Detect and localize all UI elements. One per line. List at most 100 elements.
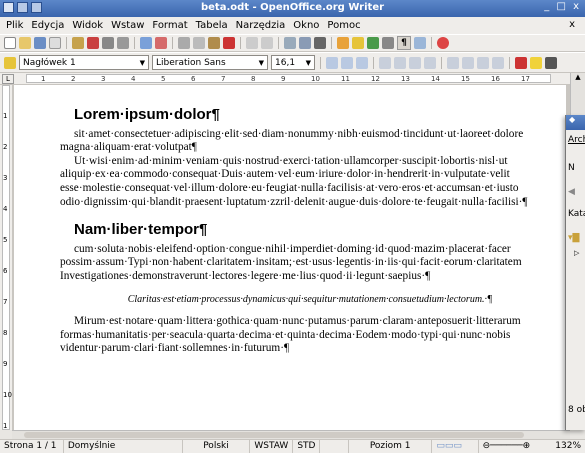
font-color-icon[interactable] <box>515 56 527 69</box>
menu-tabela[interactable]: Tabela <box>192 20 232 31</box>
separator <box>134 37 135 49</box>
align-center-icon[interactable] <box>394 56 406 69</box>
autospell-icon[interactable] <box>155 37 167 49</box>
document-content[interactable]: Lorem·ipsum·dolor¶ sit·amet·consectetuer… <box>60 85 560 356</box>
ruler-number: 15 <box>461 75 470 83</box>
navigator-title-bar[interactable]: ◆ <box>566 115 585 130</box>
formatting-toolbar: Nagłówek 1 ▼ Liberation Sans ▼ 16,1 ▼ <box>0 52 585 73</box>
hyperlink-icon[interactable] <box>284 37 296 49</box>
folder-icon[interactable]: ▾▇ <box>568 233 579 243</box>
zoom-slider[interactable]: ⊖──────⊕ <box>479 440 552 453</box>
print-preview-icon[interactable] <box>117 37 129 49</box>
zoom-icon[interactable] <box>414 37 426 49</box>
menu-wstaw[interactable]: Wstaw <box>107 20 148 31</box>
font-name-select[interactable]: Liberation Sans ▼ <box>152 55 268 70</box>
background-color-icon[interactable] <box>545 56 557 69</box>
selection-mode[interactable]: STD <box>293 440 321 453</box>
horizontal-ruler[interactable]: L 1 2 3 4 5 6 7 8 9 10 11 12 13 14 15 16 17 <box>0 73 570 85</box>
ruler-number: 17 <box>521 75 530 83</box>
ruler-number: 4 <box>131 75 136 83</box>
navigator-window[interactable]: ◆ Arch N ◀ Kata ▾▇ ▷ 8 obi <box>565 115 585 430</box>
menu-format[interactable]: Format <box>148 20 191 31</box>
paragraph-style-select[interactable]: Nagłówek 1 ▼ <box>19 55 149 70</box>
increase-indent-icon[interactable] <box>492 56 504 69</box>
spellcheck-icon[interactable] <box>140 37 152 49</box>
standard-toolbar: ¶ <box>0 34 585 52</box>
back-arrow-icon[interactable]: ◀ <box>568 187 575 197</box>
redo-icon[interactable] <box>261 37 273 49</box>
decrease-indent-icon[interactable] <box>477 56 489 69</box>
edit-file-icon[interactable] <box>72 37 84 49</box>
separator <box>431 37 432 49</box>
formatting-marks-icon[interactable]: ¶ <box>397 36 411 50</box>
tab-stop-icon[interactable]: L <box>2 74 14 84</box>
vertical-ruler-number: 1 <box>3 422 8 430</box>
clone-format-icon[interactable] <box>223 37 235 49</box>
vertical-ruler-number: 5 <box>3 236 8 244</box>
language[interactable]: Polski <box>183 440 251 453</box>
navigator-menu-item[interactable]: Arch <box>568 135 585 145</box>
page-indicator[interactable]: Strona 1 / 1 <box>0 440 64 453</box>
navigator-icon[interactable] <box>352 37 364 49</box>
page-style[interactable]: Domyślnie <box>64 440 183 453</box>
styles-formatting-icon[interactable] <box>4 56 16 69</box>
window-controls[interactable]: _ □ x <box>544 1 581 12</box>
help-icon[interactable] <box>437 37 449 49</box>
vertical-ruler-number: 7 <box>3 298 8 306</box>
bold-icon[interactable] <box>326 56 338 69</box>
print-icon[interactable] <box>102 37 114 49</box>
paragraph: Mirum·est·notare·quam·littera·gothica·qu… <box>60 315 521 355</box>
scrollbar-thumb[interactable] <box>24 432 524 438</box>
save-icon[interactable] <box>34 37 46 49</box>
separator <box>278 37 279 49</box>
ruler-number: 13 <box>401 75 410 83</box>
menu-plik[interactable]: Plik <box>2 20 27 31</box>
cut-icon[interactable] <box>178 37 190 49</box>
heading-2: Nam·liber·tempor¶ <box>74 221 208 239</box>
bullets-icon[interactable] <box>462 56 474 69</box>
close-document-button[interactable]: x <box>565 19 579 30</box>
document-page[interactable]: Lorem·ipsum·dolor¶ sit·amet·consectetuer… <box>14 85 566 430</box>
numbering-icon[interactable] <box>447 56 459 69</box>
italic-icon[interactable] <box>341 56 353 69</box>
chevron-down-icon: ▼ <box>305 58 311 67</box>
font-size-select[interactable]: 16,1 ▼ <box>271 55 315 70</box>
copy-icon[interactable] <box>193 37 205 49</box>
menu-okno[interactable]: Okno <box>289 20 323 31</box>
open-icon[interactable] <box>19 37 31 49</box>
menu-widok[interactable]: Widok <box>68 20 107 31</box>
justify-icon[interactable] <box>424 56 436 69</box>
vertical-ruler-number: 8 <box>3 329 8 337</box>
expand-arrow-icon[interactable]: ▷ <box>574 249 579 257</box>
new-document-icon[interactable] <box>4 37 16 49</box>
menu-pomoc[interactable]: Pomoc <box>323 20 364 31</box>
align-left-icon[interactable] <box>379 56 391 69</box>
insert-mode[interactable]: WSTAW <box>250 440 294 453</box>
mail-icon[interactable] <box>49 37 61 49</box>
horizontal-scrollbar[interactable] <box>12 430 570 439</box>
scroll-up-icon[interactable]: ▲ <box>571 73 585 85</box>
underline-icon[interactable] <box>356 56 368 69</box>
document-area: Lorem·ipsum·dolor¶ sit·amet·consectetuer… <box>12 85 570 430</box>
undo-icon[interactable] <box>246 37 258 49</box>
paste-icon[interactable] <box>208 37 220 49</box>
highlight-icon[interactable] <box>530 56 542 69</box>
ruler-number: 5 <box>161 75 166 83</box>
pdf-export-icon[interactable] <box>87 37 99 49</box>
find-replace-icon[interactable] <box>337 37 349 49</box>
menu-narzedzia[interactable]: Narzędzia <box>232 20 290 31</box>
menu-edycja[interactable]: Edycja <box>27 20 68 31</box>
font-size-value: 16,1 <box>275 57 296 68</box>
vertical-ruler-number: 6 <box>3 267 8 275</box>
zoom-level[interactable]: 132% <box>551 440 585 453</box>
view-layout-icon[interactable]: ▭▭▭ <box>432 440 479 453</box>
data-sources-icon[interactable] <box>382 37 394 49</box>
align-right-icon[interactable] <box>409 56 421 69</box>
quotation: Claritas·est·etiam·processus·dynamicus·q… <box>127 293 493 305</box>
navigator-button[interactable]: N <box>568 163 575 173</box>
gallery-icon[interactable] <box>367 37 379 49</box>
table-icon[interactable] <box>299 37 311 49</box>
ruler-number: 16 <box>491 75 500 83</box>
draw-functions-icon[interactable] <box>314 37 326 49</box>
chevron-down-icon: ▼ <box>258 58 264 67</box>
